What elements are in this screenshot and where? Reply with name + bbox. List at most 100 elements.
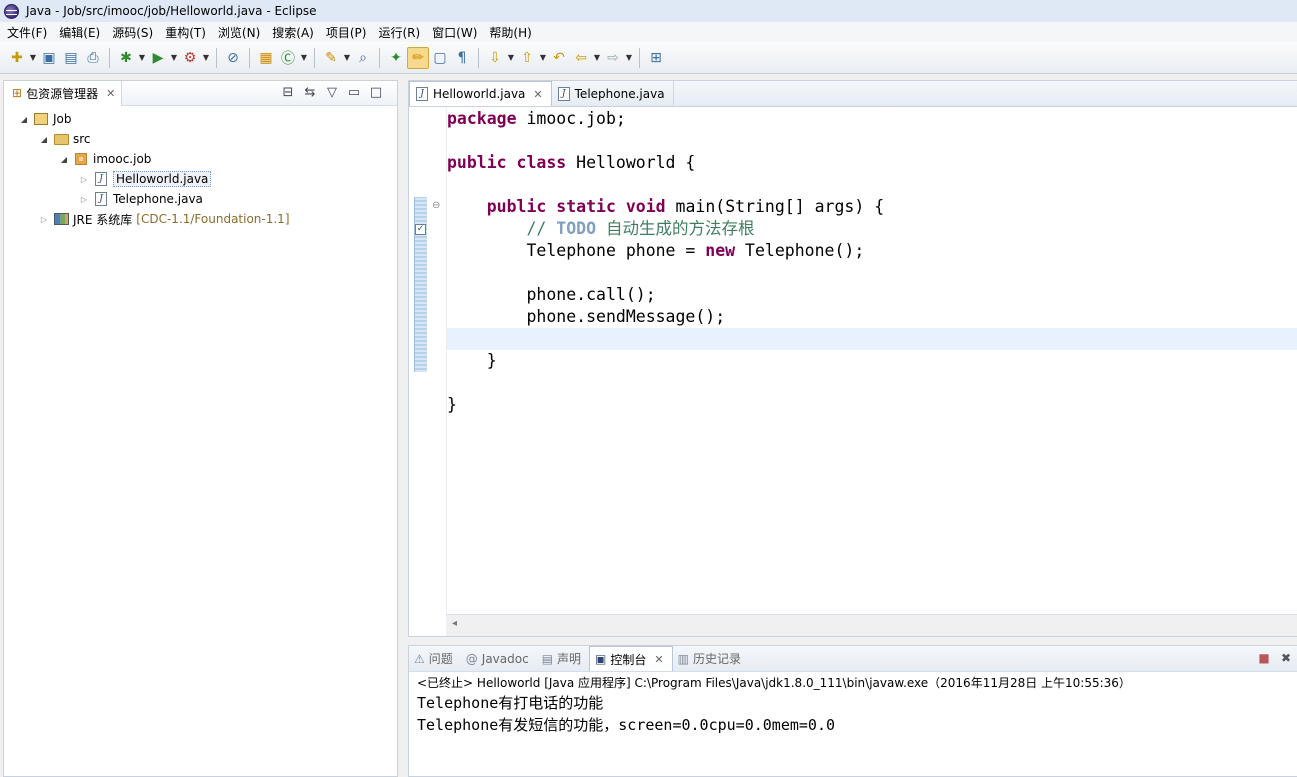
console-tabbar: ⚠ 问题 @ Javadoc ▤ 声明 ▣ 控制台 ✕ ▥ 历史记录 ■ ✖ [409,646,1297,672]
tab-console[interactable]: ▣ 控制台 ✕ [589,646,673,671]
new-icon[interactable]: ✚ [6,47,28,69]
minimize-icon[interactable]: ▭ [343,85,365,100]
back-icon[interactable]: ⇦ [570,47,592,69]
last-edit-location-icon[interactable]: ↶ [548,47,570,69]
tab-telephone-java[interactable]: J Telephone.java [552,81,674,106]
code-line-5: public static void main(String[] args) { [486,197,885,216]
library-icon [53,211,69,227]
close-icon[interactable]: ✕ [654,653,663,666]
collapsed-twisty-icon[interactable]: ▷ [78,195,90,204]
editor-tabbar: J Helloworld.java ✕ J Telephone.java [409,81,1297,107]
package-explorer-icon: ⊞ [12,86,23,100]
debug-icon[interactable]: ✱ [115,47,137,69]
toggle-mark-occurrences-icon[interactable]: ✏ [407,46,429,69]
tree-item-jre[interactable]: ▷ JRE 系统库 [CDC-1.1/Foundation-1.1] [4,209,397,229]
console-output-line: Telephone有打电话的功能 [417,694,604,712]
close-icon[interactable]: ✕ [106,87,115,100]
menu-navigate[interactable]: 浏览(N) [213,24,267,41]
tab-history-label: 历史记录 [692,652,741,666]
code-line-3: public class Helloworld { [447,153,696,172]
tab-console-label: 控制台 [610,652,647,667]
back-dropdown-icon[interactable]: ▼ [592,53,602,62]
package-tree: ◢ Job ◢ src ◢ imooc.job ▷ J Helloworld.j… [4,106,397,229]
open-type-dropdown-icon[interactable]: ▼ [342,53,352,62]
tab-javadoc[interactable]: @ Javadoc [461,646,537,671]
open-task-icon[interactable]: ✦ [385,47,407,69]
next-annotation-dropdown-icon[interactable]: ▼ [506,53,516,62]
external-tools-dropdown-icon[interactable]: ▼ [201,53,211,62]
new-class-dropdown-icon[interactable]: ▼ [299,53,309,62]
menu-help[interactable]: 帮助(H) [484,24,538,41]
menu-search[interactable]: 搜索(A) [267,24,321,41]
forward-dropdown-icon[interactable]: ▼ [624,53,634,62]
save-all-icon[interactable]: ▤ [60,47,82,69]
expanded-twisty-icon[interactable]: ◢ [58,155,70,164]
code-area[interactable]: package imooc.job; public class Hellowor… [446,108,1297,614]
tab-helloworld-java[interactable]: J Helloworld.java ✕ [409,81,552,106]
menu-refactor[interactable]: 重构(T) [160,24,213,41]
horizontal-scrollbar[interactable]: ◂ [446,614,1297,636]
expanded-twisty-icon[interactable]: ◢ [18,115,30,124]
tree-item-src[interactable]: ◢ src [4,129,397,149]
task-marker-icon[interactable]: ✓ [415,224,426,235]
menu-run[interactable]: 运行(R) [373,24,427,41]
previous-annotation-icon[interactable]: ⇧ [516,47,538,69]
menu-project[interactable]: 项目(P) [321,24,374,41]
open-type-icon[interactable]: ✎ [320,47,342,69]
new-dropdown-icon[interactable]: ▼ [28,53,38,62]
menu-source[interactable]: 源码(S) [107,24,160,41]
run-icon[interactable]: ▶ [147,47,169,69]
next-annotation-icon[interactable]: ⇩ [484,47,506,69]
tab-history[interactable]: ▥ 历史记录 [673,646,749,671]
tab-problems[interactable]: ⚠ 问题 [409,646,461,671]
tab-problems-label: 问题 [428,652,453,666]
toggle-block-selection-icon[interactable]: ▢ [429,47,451,69]
new-java-class-icon[interactable]: Ⓒ [277,47,299,69]
tree-item-telephone[interactable]: ▷ J Telephone.java [4,189,397,209]
console-output[interactable]: Telephone有打电话的功能 Telephone有发短信的功能，screen=… [409,692,1297,736]
maximize-icon[interactable]: □ [365,85,387,100]
menu-file[interactable]: 文件(F) [2,24,54,41]
tree-item-project[interactable]: ◢ Job [4,109,397,129]
menu-window[interactable]: 窗口(W) [427,24,484,41]
terminate-icon[interactable]: ■ [1253,651,1275,665]
run-dropdown-icon[interactable]: ▼ [169,53,179,62]
console-view: ⚠ 问题 @ Javadoc ▤ 声明 ▣ 控制台 ✕ ▥ 历史记录 ■ ✖ <… [408,645,1297,777]
package-icon [73,151,89,167]
toolbar-separator [249,47,250,68]
external-tools-icon[interactable]: ⚙ [179,47,201,69]
forward-icon[interactable]: ⇨ [602,47,624,69]
print-icon[interactable]: ⎙ [82,47,104,69]
tree-item-helloworld[interactable]: ▷ J Helloworld.java [4,169,397,189]
search-icon[interactable]: ⌕ [352,47,374,69]
collapsed-twisty-icon[interactable]: ▷ [78,175,90,184]
show-whitespace-icon[interactable]: ¶ [451,47,473,69]
tab-declaration-label: 声明 [557,652,582,666]
toolbar-separator [478,47,479,68]
fold-collapse-icon[interactable]: ⊖ [432,200,440,211]
tree-item-package[interactable]: ◢ imooc.job [4,149,397,169]
save-icon[interactable]: ▣ [38,47,60,69]
code-line-7: Telephone phone = new Telephone(); [526,241,865,260]
src-folder-label: src [73,132,91,146]
debug-dropdown-icon[interactable]: ▼ [137,53,147,62]
collapsed-twisty-icon[interactable]: ▷ [38,215,50,224]
close-icon[interactable]: ✕ [533,88,542,101]
code-line-6: // TODO 自动生成的方法存根 [526,219,755,238]
skip-breakpoints-icon[interactable]: ⊘ [222,47,244,69]
previous-annotation-dropdown-icon[interactable]: ▼ [538,53,548,62]
new-java-package-icon[interactable]: ▦ [255,47,277,69]
view-menu-icon[interactable]: ▽ [321,85,343,100]
source-code[interactable]: package imooc.job; public class Hellowor… [447,108,884,416]
tab-declaration[interactable]: ▤ 声明 [537,646,589,671]
eclipse-logo-icon [4,3,19,19]
open-perspective-icon[interactable]: ⊞ [645,47,667,69]
remove-launch-icon[interactable]: ✖ [1275,651,1297,665]
telephone-file-label: Telephone.java [113,192,203,206]
collapse-all-icon[interactable]: ⊟ [277,85,299,100]
expanded-twisty-icon[interactable]: ◢ [38,135,50,144]
tab-package-explorer[interactable]: ⊞ 包资源管理器 ✕ [4,80,123,106]
scroll-left-icon[interactable]: ◂ [452,618,457,629]
link-with-editor-icon[interactable]: ⇆ [299,85,321,100]
menu-edit[interactable]: 编辑(E) [54,24,107,41]
